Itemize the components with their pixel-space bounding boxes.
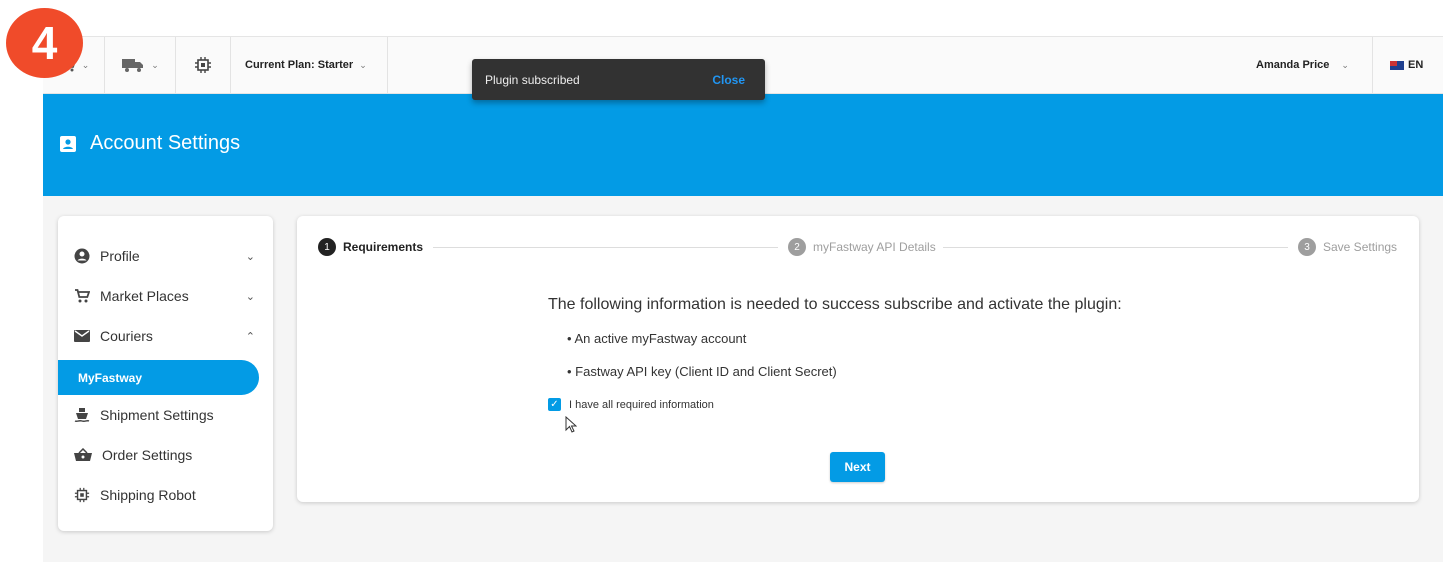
truck-menu-button[interactable]: ⌄	[105, 37, 176, 93]
checkbox-label: I have all required information	[569, 398, 714, 411]
current-plan-dropdown[interactable]: Current Plan: Starter ⌄	[231, 37, 388, 93]
step-save-settings[interactable]: 3 Save Settings	[1298, 238, 1397, 256]
language-code: EN	[1408, 59, 1424, 71]
sidebar-item-label: Shipping Robot	[100, 487, 196, 503]
sidebar-item-shipment-settings[interactable]: Shipment Settings	[58, 395, 273, 435]
chip-icon	[74, 487, 90, 503]
page-title: Account Settings	[90, 132, 241, 154]
ship-icon	[74, 408, 90, 422]
step-number: 3	[1298, 238, 1316, 256]
step-number: 2	[788, 238, 806, 256]
sidebar-subitem-myfastway[interactable]: MyFastway	[58, 360, 259, 395]
user-menu-dropdown[interactable]: Amanda Price ⌄	[1228, 37, 1373, 93]
page-header-banner: Account Settings	[43, 94, 1443, 196]
sidebar-item-label: Shipment Settings	[100, 407, 214, 423]
requirement-item: • Fastway API key (Client ID and Client …	[567, 364, 837, 379]
user-circle-icon	[74, 248, 90, 264]
step-number: 1	[318, 238, 336, 256]
basket-icon	[74, 448, 92, 461]
sidebar-item-couriers[interactable]: Couriers ⌃	[58, 316, 273, 356]
chevron-down-icon: ⌄	[359, 59, 367, 70]
account-box-icon	[60, 135, 76, 152]
sidebar-item-market-places[interactable]: Market Places ⌄	[58, 276, 273, 316]
sidebar-subitem-label: MyFastway	[78, 370, 143, 385]
step-api-details[interactable]: 2 myFastway API Details	[788, 238, 936, 256]
sidebar-item-label: Order Settings	[102, 447, 193, 463]
mouse-cursor-icon	[565, 416, 577, 433]
user-name: Amanda Price	[1256, 59, 1330, 71]
truck-icon	[122, 59, 144, 72]
step-label: Save Settings	[1323, 240, 1398, 254]
language-selector[interactable]: EN	[1373, 37, 1443, 93]
snackbar-message: Plugin subscribed	[485, 72, 580, 87]
next-button[interactable]: Next	[830, 452, 885, 482]
chevron-up-icon: ⌃	[245, 330, 255, 343]
setup-wizard-card: 1 Requirements 2 myFastway API Details 3…	[297, 216, 1419, 502]
sidebar-item-profile[interactable]: Profile ⌄	[58, 236, 273, 276]
chevron-down-icon: ⌄	[245, 290, 255, 303]
snackbar-notification: Plugin subscribed Close	[472, 59, 765, 100]
step-connector	[433, 247, 778, 248]
requirements-title: The following information is needed to s…	[548, 296, 1122, 313]
robot-menu-button[interactable]	[176, 37, 231, 93]
sidebar-item-label: Profile	[100, 248, 140, 264]
snackbar-close-button[interactable]: Close	[712, 73, 745, 87]
cart-icon	[75, 289, 90, 303]
sidebar-item-order-settings[interactable]: Order Settings	[58, 435, 273, 475]
chip-icon	[195, 57, 211, 73]
step-label: myFastway API Details	[813, 240, 936, 254]
sidebar-item-shipping-robot[interactable]: Shipping Robot	[58, 475, 273, 515]
australia-flag-icon	[1390, 60, 1404, 70]
checkmark-icon[interactable]: ✓	[548, 398, 561, 411]
envelope-icon	[74, 330, 90, 342]
sidebar-item-label: Couriers	[100, 328, 153, 344]
sidebar-item-label: Market Places	[100, 288, 189, 304]
requirements-checkbox[interactable]: ✓ I have all required information	[548, 398, 714, 411]
settings-sidebar: Profile ⌄ Market Places ⌄ Couriers ⌃ MyF…	[58, 216, 273, 531]
step-number-badge: 4	[6, 8, 83, 78]
step-connector	[943, 247, 1288, 248]
step-requirements[interactable]: 1 Requirements	[318, 238, 423, 256]
chevron-down-icon: ⌄	[245, 250, 255, 263]
main-content: Profile ⌄ Market Places ⌄ Couriers ⌃ MyF…	[43, 196, 1443, 562]
chevron-down-icon: ⌄	[151, 59, 159, 70]
requirement-item: • An active myFastway account	[567, 331, 747, 346]
current-plan-label: Current Plan: Starter	[245, 59, 354, 71]
chevron-down-icon: ⌄	[1341, 59, 1349, 70]
chevron-down-icon: ⌄	[81, 59, 90, 70]
wizard-stepper: 1 Requirements 2 myFastway API Details 3…	[318, 238, 1398, 256]
step-label: Requirements	[343, 240, 424, 254]
